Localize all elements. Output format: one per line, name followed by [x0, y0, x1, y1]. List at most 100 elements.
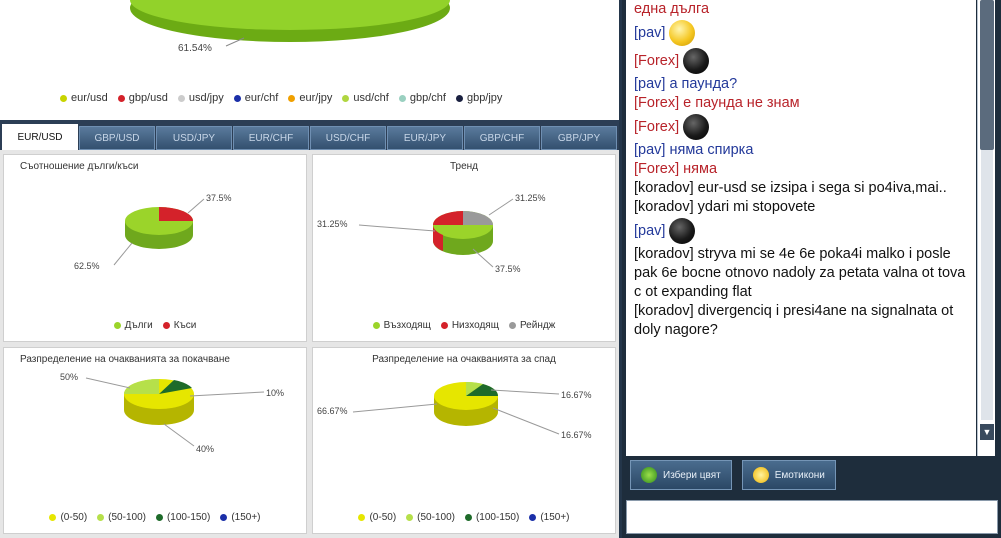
pie-slice-50-100 [124, 378, 159, 394]
overview-pie-chart: 61.54% [130, 0, 450, 54]
legend-item: (100-150) [155, 512, 211, 523]
tab-eur-usd[interactable]: EUR/USD [2, 124, 78, 150]
tab-gbp-chf[interactable]: GBP/CHF [464, 126, 540, 150]
chat-nick[interactable]: [pav] [634, 142, 665, 158]
label-10: 10% [266, 388, 284, 398]
legend-label: (0-50) [369, 512, 397, 523]
scroll-down-arrow-icon[interactable]: ▼ [980, 424, 994, 440]
legend-label: Възходящ [383, 319, 431, 331]
label-line-down [358, 224, 436, 232]
label-line-10 [189, 391, 265, 396]
legend-swatch [372, 321, 380, 329]
legend-swatch [440, 321, 448, 329]
legend-swatch [464, 514, 472, 521]
rise-legend: (0-50) (50-100) (100-150) (150+) [4, 512, 306, 523]
label-down: 31.25% [317, 219, 348, 229]
tab-usd-chf[interactable]: USD/CHF [310, 126, 386, 150]
legend-item: gbp/usd [117, 92, 168, 104]
legend-swatch [97, 514, 105, 521]
chat-nick[interactable]: [pav] [634, 223, 665, 239]
smiley-icon [752, 467, 769, 483]
legend-label: (50-100) [108, 512, 146, 523]
legend-label: Низходящ [451, 319, 499, 331]
chat-scrollbar[interactable]: ▼ [977, 0, 995, 456]
smiley-icon [669, 218, 696, 245]
legend-item: Къси [162, 320, 196, 331]
legend-swatch [162, 321, 170, 329]
label-range: 37.5% [495, 264, 521, 274]
chat-nick[interactable]: [pav] [634, 76, 665, 92]
chat-message: [Forex] [634, 47, 970, 75]
tab-gbp-usd[interactable]: GBP/USD [79, 126, 155, 150]
chat-nick[interactable]: [Forex] [634, 53, 679, 69]
scrollbar-thumb[interactable] [980, 0, 994, 150]
chat-message: [Forex] е паунда не знам [634, 94, 970, 113]
label-16a: 16.67% [561, 390, 592, 400]
chat-nick[interactable]: [koradov] [634, 199, 694, 215]
legend-item: gbp/jpy [455, 92, 502, 104]
chat-nick[interactable]: [pav] [634, 25, 665, 41]
chat-text: а паунда? [665, 76, 738, 92]
legend-label: (150+) [540, 512, 570, 523]
legend-swatch [113, 321, 121, 329]
legend-swatch [529, 514, 537, 521]
smiley-icon [683, 114, 710, 141]
chat-nick[interactable]: [Forex] [634, 161, 679, 177]
legend-swatch [288, 94, 296, 102]
legend-label: eur/jpy [299, 92, 333, 104]
pie-slice-short [159, 207, 193, 221]
long-short-legend: Дълги Къси [4, 320, 306, 331]
tab-eur-jpy[interactable]: EUR/JPY [387, 126, 463, 150]
legend-swatch [508, 321, 516, 329]
legend-item: gbp/chf [398, 92, 446, 104]
legend-item: Рейндж [508, 320, 555, 331]
pie-3d [124, 378, 194, 425]
legend-swatch [155, 514, 163, 521]
chat-nick[interactable]: [Forex] [634, 119, 679, 135]
label-line-up [488, 198, 514, 216]
legend-swatch [398, 94, 406, 102]
trend-pie-chart: 31.25% 31.25% 37.5% [317, 193, 546, 274]
chat-nick[interactable]: [koradov] [634, 180, 694, 196]
smiley-icon [669, 20, 696, 47]
chat-message: [Forex] няма [634, 160, 970, 179]
legend-item: eur/jpy [288, 92, 332, 104]
fall-legend: (0-50) (50-100) (100-150) (150+) [313, 512, 615, 523]
tab-gbp-jpy[interactable]: GBP/JPY [541, 126, 617, 150]
label-line-66 [352, 403, 438, 412]
label-long: 62.5% [74, 261, 100, 271]
chat-message: [Forex] [634, 113, 970, 141]
label-16b: 16.67% [561, 430, 592, 440]
legend-label: (0-50) [60, 512, 88, 523]
pie-3d [125, 207, 193, 249]
overview-chart-panel: 61.54% eur/usd gbp/usd usd/jpy eur/chf eur/j… [0, 0, 619, 118]
label-short: 37.5% [206, 193, 232, 203]
chat-nick[interactable]: [Forex] [634, 95, 679, 111]
legend-swatch [233, 94, 241, 102]
chat-text: eur-usd se izsipa i sega si po4iva,mai.. [693, 180, 947, 196]
legend-label: Дълги [124, 319, 153, 331]
label-line-range [472, 248, 494, 268]
chat-nick[interactable]: [koradov] [634, 246, 694, 262]
chat-message: [pav] няма спирка [634, 141, 970, 160]
legend-label: gbp/usd [128, 92, 168, 104]
legend-item: (50-100) [406, 512, 455, 523]
label-line-16a [490, 389, 560, 394]
tab-usd-jpy[interactable]: USD/JPY [156, 126, 232, 150]
emoticons-button[interactable]: Емотикони [741, 460, 836, 490]
tab-eur-chf[interactable]: EUR/CHF [233, 126, 309, 150]
choose-color-button[interactable]: Избери цвят [630, 460, 732, 490]
legend-item: (0-50) [358, 512, 396, 523]
chat-nick[interactable]: [koradov] [634, 303, 694, 319]
chat-text: една дълга [634, 1, 710, 17]
legend-swatch [406, 514, 414, 521]
palette-icon [641, 467, 657, 483]
overview-pie-label: 61.54% [178, 43, 212, 54]
legend-item: eur/usd [60, 92, 108, 104]
chat-input[interactable] [626, 500, 998, 534]
legend-label: (100-150) [166, 512, 211, 523]
pie-3d [433, 211, 493, 255]
button-label: Емотикони [774, 469, 825, 481]
legend-item: Низходящ [440, 319, 499, 331]
long-short-ratio-panel: Съотношение дълги/къси 37.5% 62.5% Дълги… [3, 154, 307, 342]
